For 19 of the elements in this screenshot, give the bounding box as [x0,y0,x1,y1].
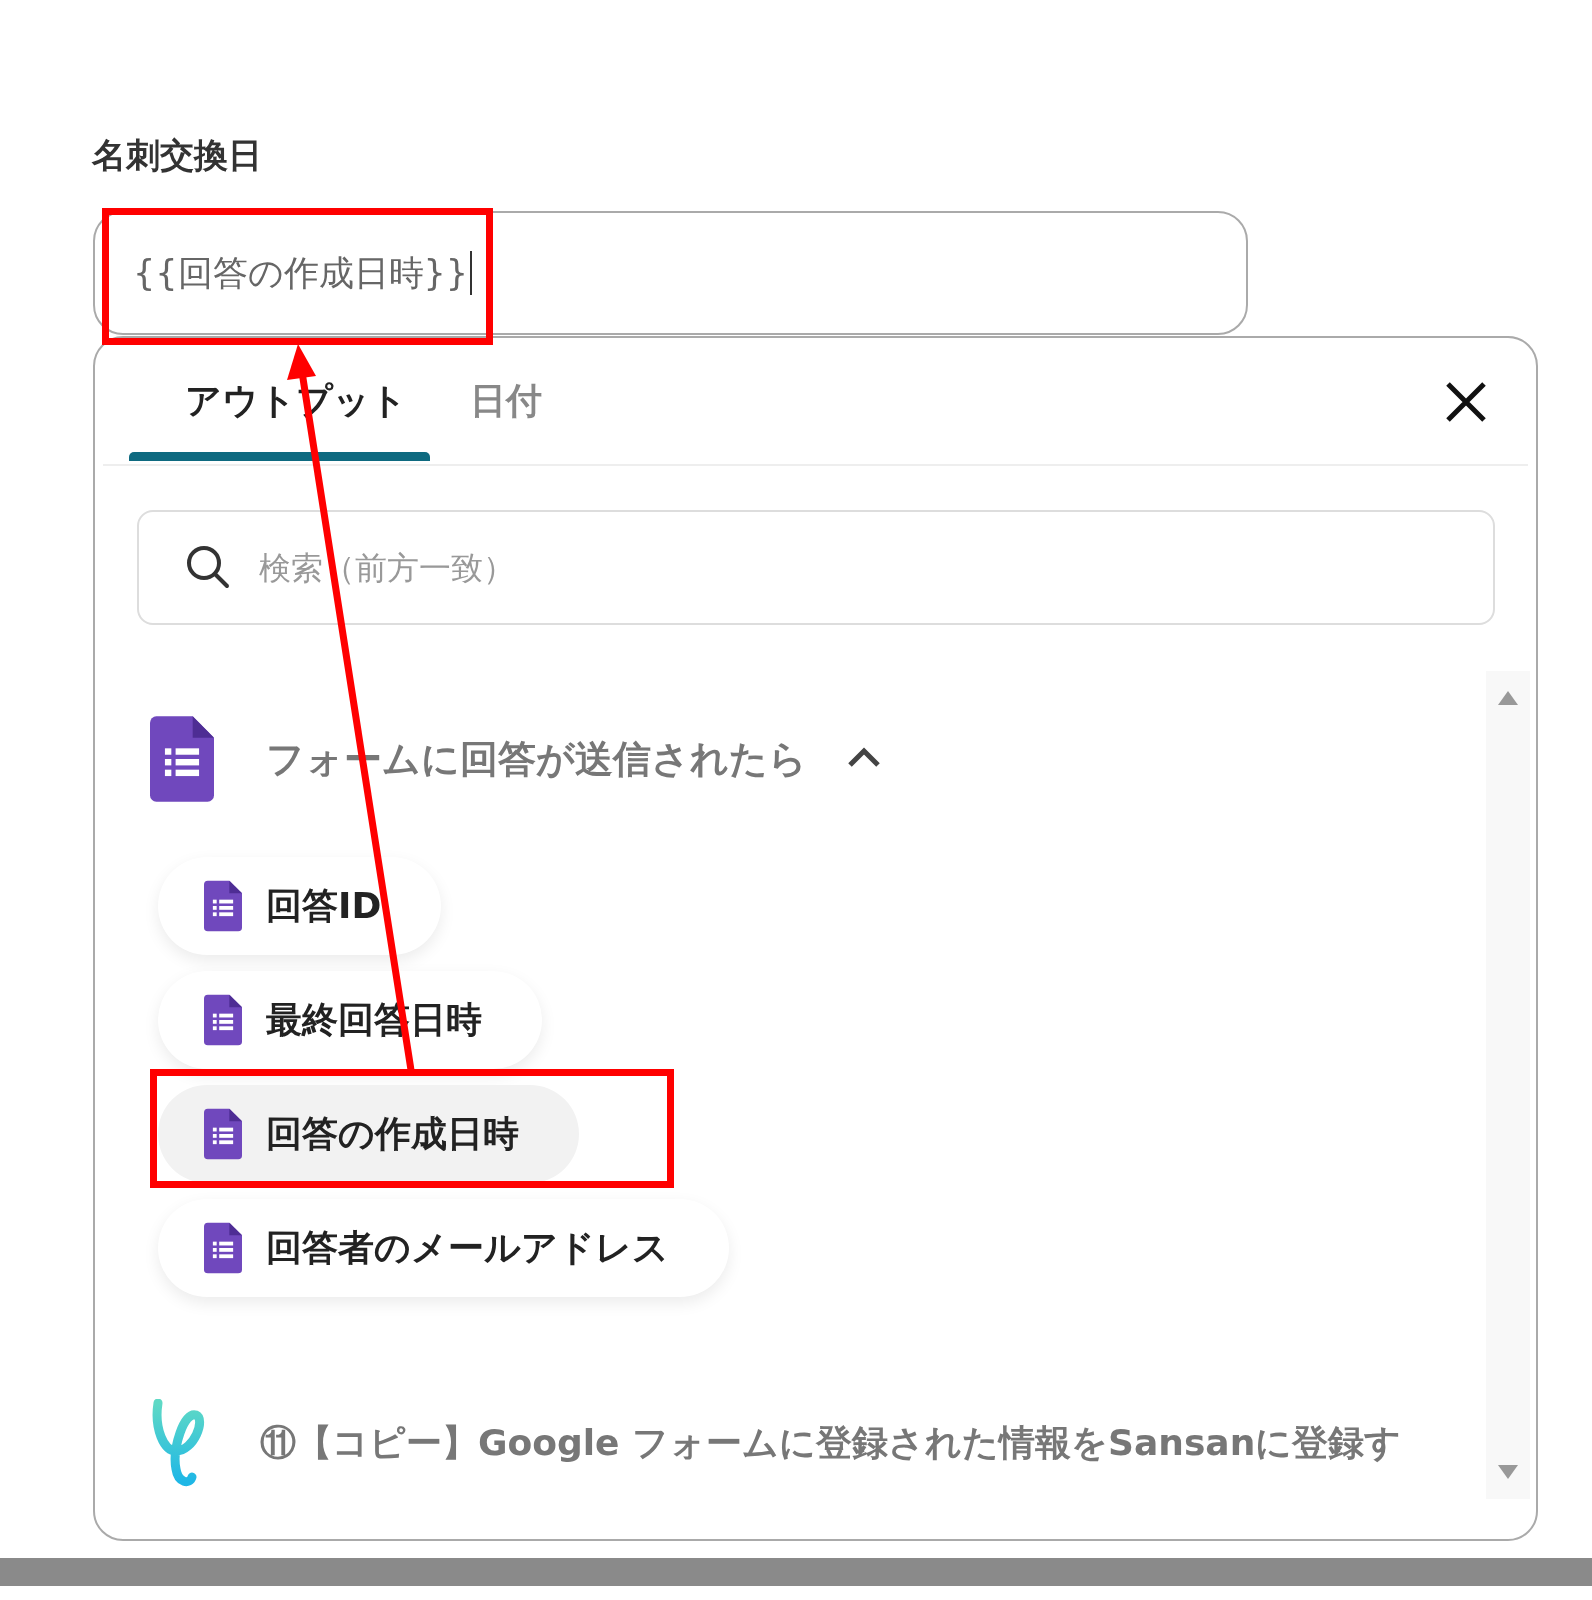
output-item[interactable]: 回答の作成日時 [158,1085,579,1183]
text-cursor [470,251,473,295]
workflow-title: ⑪【コピー】Google フォームに登録された情報をSansanに登録す [260,1420,1402,1465]
form-icon [204,1108,242,1160]
form-icon [204,994,242,1046]
search-icon [185,544,231,590]
chevron-up-icon[interactable] [847,746,881,768]
output-item[interactable]: 回答者のメールアドレス [158,1199,729,1297]
scroll-down-icon[interactable] [1496,1463,1520,1481]
close-button[interactable] [1444,380,1488,424]
search-field[interactable]: 検索（前方一致） [137,510,1495,625]
forms-app-icon [150,716,214,802]
scrollbar[interactable] [1486,671,1530,1499]
form-icon [204,880,242,932]
output-item[interactable]: 回答ID [158,857,442,955]
tab[interactable]: 日付 [470,338,630,464]
scroll-up-icon[interactable] [1496,689,1520,707]
form-icon [204,1222,242,1274]
field-label: 名刺交換日 [90,134,262,177]
